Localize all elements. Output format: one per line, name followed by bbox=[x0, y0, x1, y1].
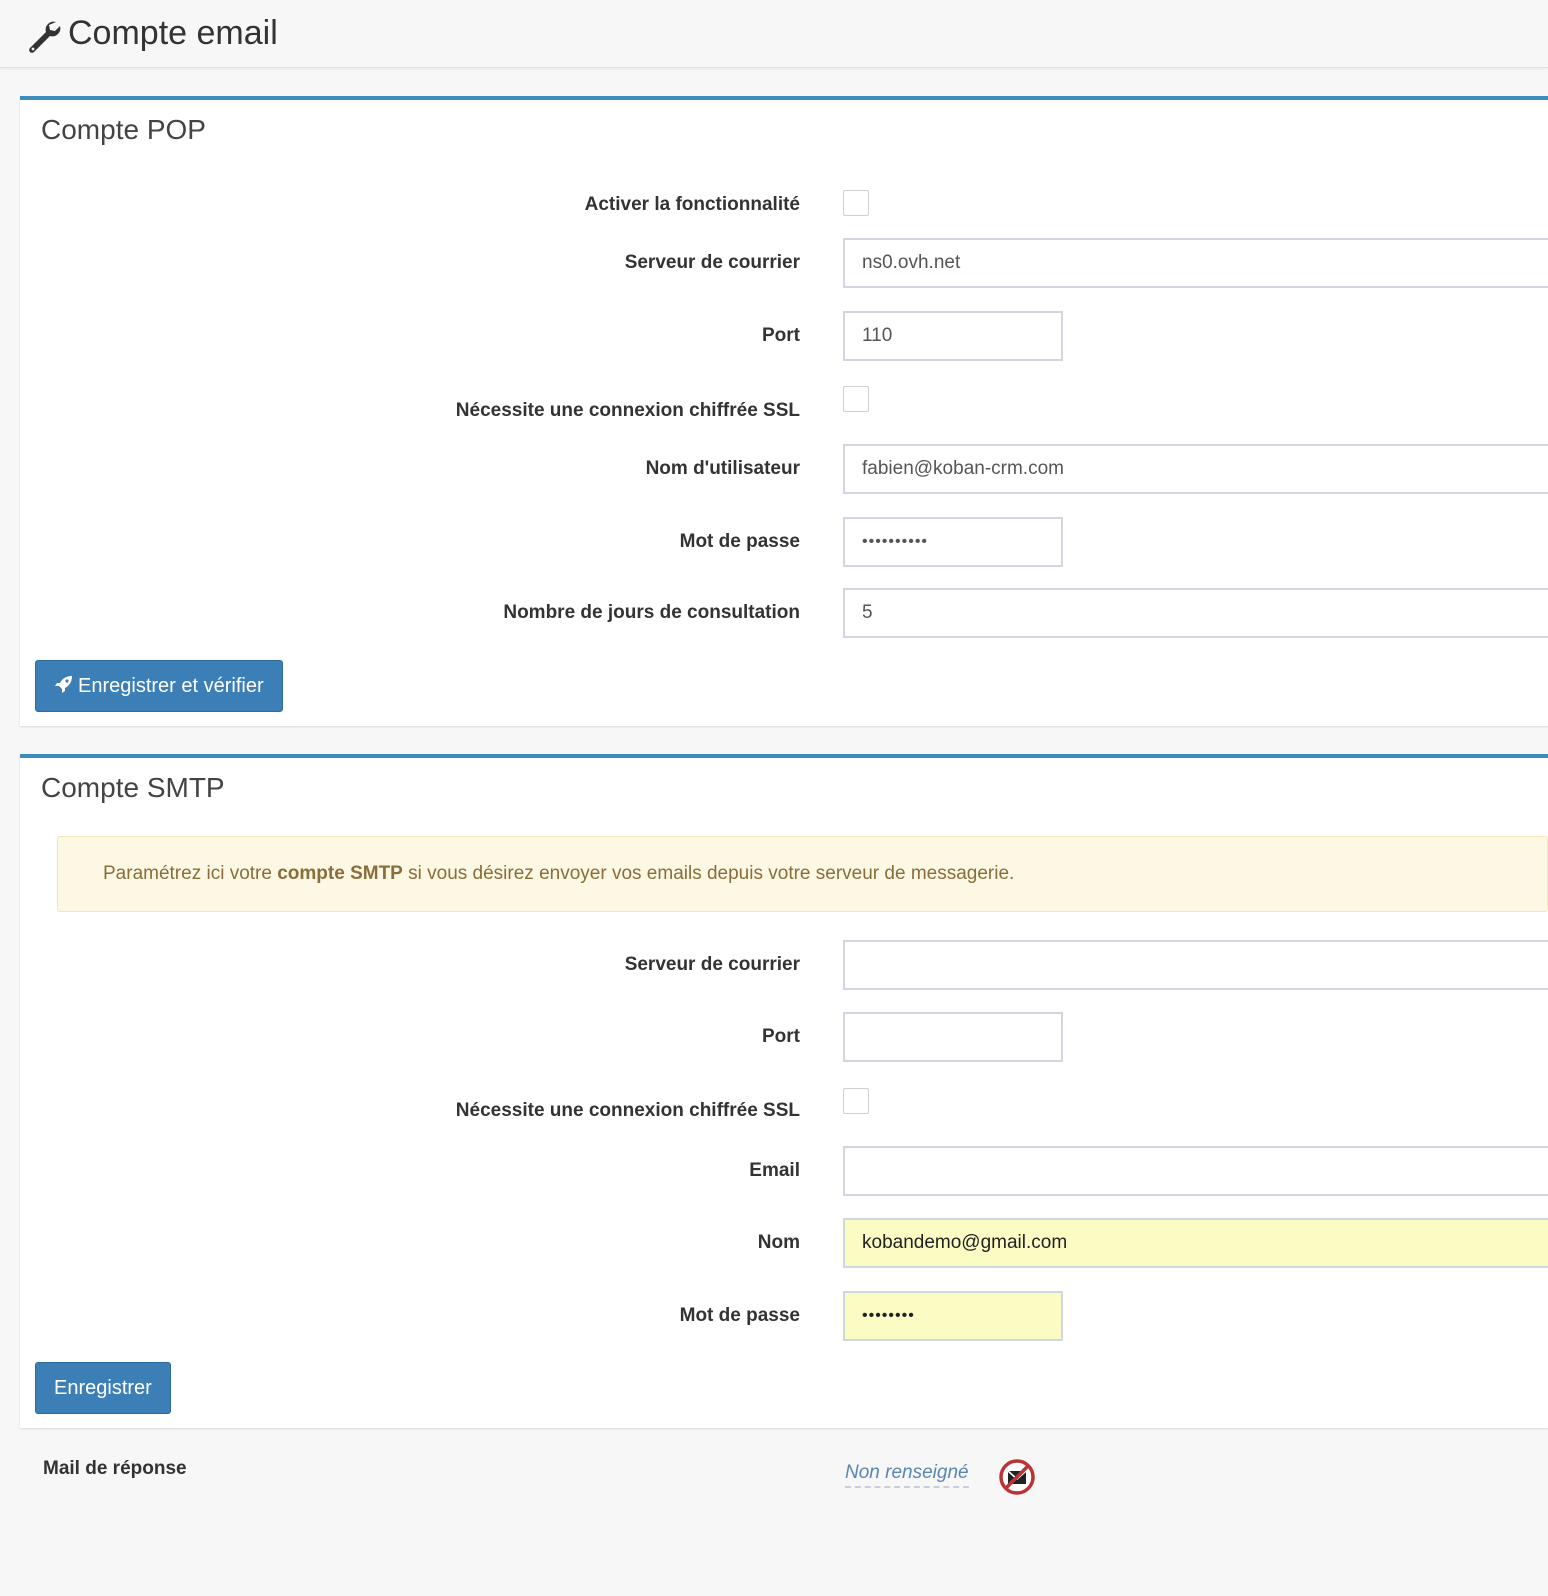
smtp-password-input[interactable]: •••••••• bbox=[843, 1291, 1063, 1341]
smtp-panel-title: Compte SMTP bbox=[41, 772, 225, 803]
pop-server-label: Serveur de courrier bbox=[624, 252, 800, 273]
pop-username-label: Nom d'utilisateur bbox=[645, 458, 800, 479]
smtp-server-label: Serveur de courrier bbox=[624, 954, 800, 975]
no-mail-icon[interactable] bbox=[998, 1458, 1036, 1496]
pop-port-label: Port bbox=[762, 325, 800, 346]
pop-port-input[interactable]: 110 bbox=[843, 311, 1063, 361]
pop-username-input[interactable]: fabien@koban-crm.com bbox=[843, 444, 1548, 494]
smtp-port-label: Port bbox=[762, 1026, 800, 1047]
pop-ssl-label: Nécessite une connexion chiffrée SSL bbox=[455, 400, 800, 421]
reply-mail-label: Mail de réponse bbox=[43, 1458, 187, 1479]
pop-days-input[interactable]: 5 bbox=[843, 588, 1548, 638]
pop-account-panel: Compte POP Activer la fonctionnalité Ser… bbox=[20, 96, 1548, 726]
page-title: Compte email bbox=[68, 14, 278, 52]
pop-password-label: Mot de passe bbox=[679, 531, 800, 552]
smtp-email-label: Email bbox=[749, 1160, 800, 1181]
pop-save-verify-label: Enregistrer et vérifier bbox=[78, 675, 264, 697]
pop-enable-label: Activer la fonctionnalité bbox=[584, 194, 800, 215]
pop-enable-checkbox[interactable] bbox=[843, 190, 869, 216]
smtp-password-label: Mot de passe bbox=[679, 1305, 800, 1326]
smtp-server-input[interactable] bbox=[843, 940, 1548, 990]
smtp-name-label: Nom bbox=[757, 1232, 800, 1253]
smtp-info-callout: Paramétrez ici votre compte SMTP si vous… bbox=[57, 836, 1548, 912]
pop-save-verify-button[interactable]: Enregistrer et vérifier bbox=[35, 660, 283, 712]
smtp-ssl-label: Nécessite une connexion chiffrée SSL bbox=[455, 1100, 800, 1121]
smtp-email-input[interactable] bbox=[843, 1146, 1548, 1196]
pop-password-input[interactable]: •••••••••• bbox=[843, 517, 1063, 567]
smtp-port-input[interactable] bbox=[843, 1012, 1063, 1062]
smtp-name-input[interactable]: kobandemo@gmail.com bbox=[843, 1218, 1548, 1268]
smtp-ssl-checkbox[interactable] bbox=[843, 1088, 869, 1114]
smtp-info-suffix: si vous désirez envoyer vos emails depui… bbox=[402, 863, 1015, 884]
page-header: Compte email bbox=[0, 0, 1548, 68]
smtp-info-prefix: Paramétrez ici votre bbox=[103, 863, 278, 884]
smtp-save-label: Enregistrer bbox=[54, 1377, 152, 1399]
pop-panel-title: Compte POP bbox=[41, 114, 206, 145]
pop-days-label: Nombre de jours de consultation bbox=[503, 602, 800, 623]
smtp-info-bold: compte SMTP bbox=[277, 863, 403, 884]
pop-ssl-checkbox[interactable] bbox=[843, 386, 869, 412]
smtp-save-button[interactable]: Enregistrer bbox=[35, 1362, 171, 1414]
reply-mail-value-link[interactable]: Non renseigné bbox=[845, 1462, 969, 1488]
wrench-icon bbox=[29, 21, 61, 53]
smtp-account-panel: Compte SMTP Paramétrez ici votre compte … bbox=[20, 754, 1548, 1428]
pop-server-input[interactable]: ns0.ovh.net bbox=[843, 238, 1548, 288]
rocket-icon bbox=[55, 676, 72, 693]
